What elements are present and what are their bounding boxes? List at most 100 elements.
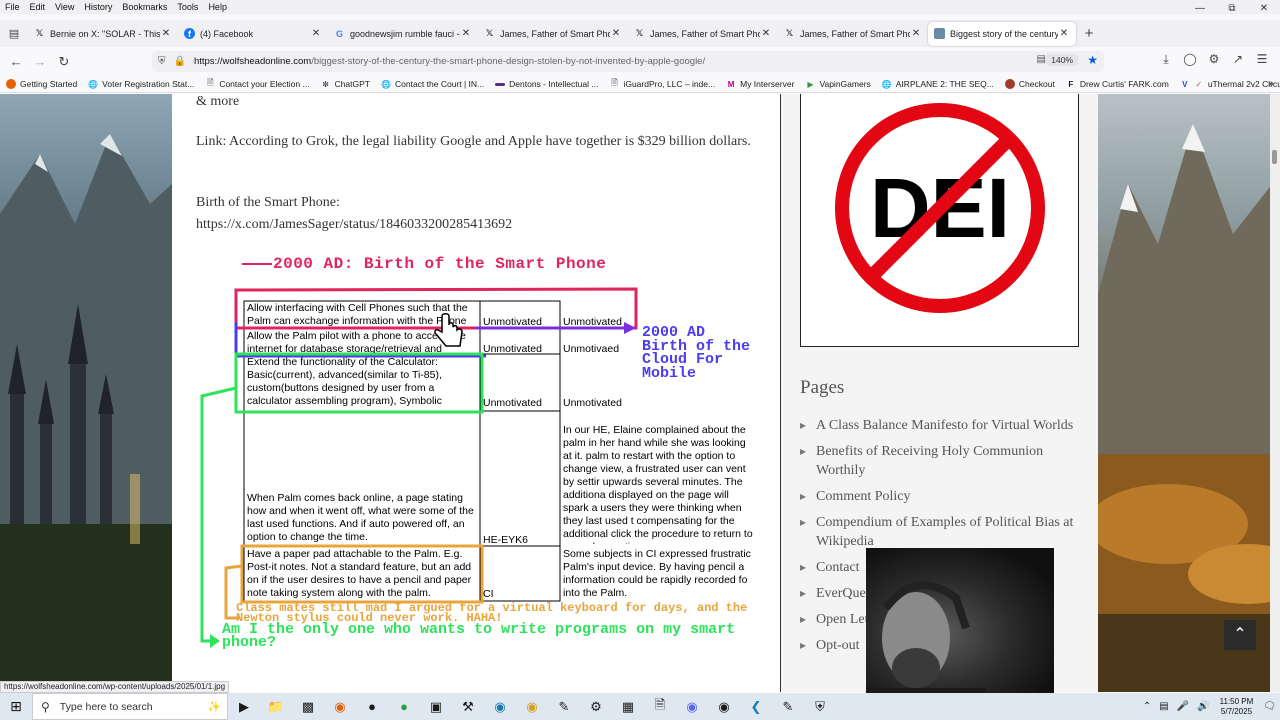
tab-biggest-story[interactable]: Biggest story of the century! Th ✕	[928, 21, 1076, 46]
tab-label: (4) Facebook	[200, 28, 254, 39]
bookmark-iguardpro[interactable]: 🗎 iGuardPro, LLC – inde...	[609, 78, 715, 89]
dentons-icon	[495, 82, 506, 86]
microphone-icon[interactable]: 🎤	[1173, 701, 1193, 712]
tray-overflow-icon[interactable]: ⌃	[1139, 701, 1155, 712]
chat-app-icon[interactable]: ●	[388, 699, 420, 714]
menu-bookmarks[interactable]: Bookmarks	[117, 0, 172, 14]
scrollbar-thumb[interactable]	[1272, 150, 1277, 164]
page-link-class-balance[interactable]: A Class Balance Manifesto for Virtual Wo…	[800, 416, 1082, 435]
tab-close-icon[interactable]: ✕	[160, 28, 172, 39]
tab-label: James, Father of Smart Phone, #	[650, 28, 760, 39]
reload-icon[interactable]: ↻	[52, 54, 76, 70]
minimize-button[interactable]: —	[1184, 0, 1216, 20]
tab-close-icon[interactable]: ✕	[310, 28, 322, 39]
paint-icon[interactable]: ✎	[548, 699, 580, 715]
tab-james-2[interactable]: 𝕏 James, Father of Smart Phone, # ✕	[628, 22, 778, 46]
page-link-comment-policy[interactable]: Comment Policy	[800, 487, 1082, 506]
bookmark-voter-registration[interactable]: 🌐 Voter Registration Stat...	[88, 79, 194, 89]
7zip-icon[interactable]: ▣	[420, 699, 452, 715]
maximize-button[interactable]: ⧉	[1216, 0, 1248, 20]
tab-close-icon[interactable]: ✕	[760, 28, 772, 39]
windows-start-icon[interactable]: ⊞	[0, 698, 32, 715]
obs-icon[interactable]: ●	[356, 699, 388, 714]
system-tray: ⌃ ▤ 🎤 🔊 11:50 PM 5/7/2025 🗨	[1139, 693, 1280, 720]
calculator-icon[interactable]: ▦	[612, 699, 644, 715]
taskbar-clock[interactable]: 11:50 PM 5/7/2025	[1214, 697, 1260, 717]
tab-close-icon[interactable]: ✕	[460, 28, 472, 39]
tools-icon[interactable]: ⚒	[452, 699, 484, 715]
reader-view-icon[interactable]: ▤	[1037, 54, 1046, 65]
menu-file[interactable]: File	[0, 0, 25, 14]
bookmark-election[interactable]: 🗎 Contact your Election ...	[205, 78, 309, 89]
page-link-political-bias[interactable]: Compendium of Examples of Political Bias…	[800, 513, 1082, 551]
tab-bernie[interactable]: 𝕏 Bernie on X: "SOLAR - This is Sp ✕	[28, 22, 178, 46]
media-player-icon[interactable]: ▶	[228, 699, 260, 715]
volume-icon[interactable]: 🔊	[1193, 701, 1213, 712]
page-link-holy-communion[interactable]: Benefits of Receiving Holy Communion Wor…	[800, 442, 1082, 480]
bookmarks-overflow-icon[interactable]: »	[1268, 76, 1274, 93]
file-explorer-icon[interactable]: 📁	[260, 699, 292, 715]
shield-icon[interactable]: ⛨	[158, 56, 166, 67]
steam-icon[interactable]: ◉	[708, 699, 740, 715]
share-icon[interactable]: ↗	[1226, 52, 1250, 67]
bookmark-star-icon[interactable]: ★	[1087, 53, 1098, 67]
edit-app-icon[interactable]: ✎	[772, 699, 804, 715]
taskbar-search[interactable]: ⚲ Type here to search ✨	[32, 693, 228, 720]
notifications-icon[interactable]: 🗨	[1259, 701, 1280, 712]
headset-icon[interactable]: ◉	[516, 699, 548, 715]
x-logo-icon: 𝕏	[485, 28, 494, 38]
lock-icon[interactable]: 🔒	[174, 56, 186, 67]
firefox-icon[interactable]: ◉	[324, 699, 356, 715]
forward-icon[interactable]: →	[28, 54, 52, 69]
network-app-icon[interactable]: ⚙	[580, 699, 612, 715]
bookmark-court[interactable]: 🌐 Contact the Court | IN...	[381, 79, 484, 89]
url-bar[interactable]: ⛨ 🔒 https://wolfsheadonline.com/biggest-…	[152, 51, 1104, 72]
close-window-button[interactable]: ✕	[1248, 0, 1280, 20]
extensions-icon[interactable]: ⚙	[1202, 52, 1226, 67]
tab-close-icon[interactable]: ✕	[910, 28, 922, 39]
vscode-icon[interactable]: ❮	[740, 699, 772, 715]
notepad-icon[interactable]: 🗎	[644, 696, 676, 718]
bookmark-uthermal[interactable]: V✓uThermal 2v2 Circuit - ...	[1180, 79, 1280, 89]
globe-app-icon[interactable]: ◉	[484, 699, 516, 715]
menu-history[interactable]: History	[79, 0, 117, 14]
row3-col3: Unmotivated	[563, 397, 622, 409]
tab-close-icon[interactable]: ✕	[610, 28, 622, 39]
row1-col2: Unmotivated	[483, 316, 542, 328]
bookmark-dentons[interactable]: Dentons - Intellectual ...	[495, 79, 598, 89]
terminal-icon[interactable]: ▩	[292, 699, 324, 715]
shield-app-icon[interactable]: ⛨	[804, 699, 836, 715]
menu-icon[interactable]: ☰	[1250, 52, 1274, 67]
bookmark-chatgpt[interactable]: ✼ ChatGPT	[321, 79, 370, 89]
page-scrollbar[interactable]	[1270, 94, 1280, 692]
menu-help[interactable]: Help	[203, 0, 232, 14]
tab-james-3[interactable]: 𝕏 James, Father of Smart Phone, # ✕	[778, 22, 928, 46]
menu-tools[interactable]: Tools	[172, 0, 203, 14]
bookmark-getting-started[interactable]: Getting Started	[6, 79, 77, 89]
menu-view[interactable]: View	[50, 0, 79, 14]
scroll-to-top-button[interactable]: ⌃	[1224, 620, 1256, 650]
tab-list-icon[interactable]: ▤	[0, 27, 28, 40]
discord-icon[interactable]: ◉	[676, 699, 708, 715]
back-icon[interactable]: ←	[4, 54, 28, 69]
download-icon[interactable]: ⤓	[1154, 52, 1178, 67]
birth-link[interactable]: https://x.com/JamesSager/status/18460332…	[196, 214, 512, 235]
bookmark-fark[interactable]: F Drew Curtis' FARK.com	[1066, 79, 1168, 89]
new-tab-button[interactable]: +	[1076, 25, 1102, 42]
bookmark-airplane[interactable]: 🌐 AIRPLANE 2: THE SEQ...	[882, 79, 994, 89]
tab-james-1[interactable]: 𝕏 James, Father of Smart Phone, # ✕	[478, 22, 628, 46]
zoom-level[interactable]: 140%	[1046, 54, 1078, 66]
tab-close-icon[interactable]: ✕	[1058, 28, 1070, 39]
tab-facebook[interactable]: f (4) Facebook ✕	[178, 22, 328, 46]
tab-google[interactable]: G goodnewsjim rumble fauci - Go ✕	[328, 22, 478, 46]
row2-col2: Unmotivated	[483, 343, 542, 355]
bookmark-interserver[interactable]: M My Interserver	[726, 79, 795, 89]
no-dei-widget[interactable]: DEI	[800, 94, 1079, 347]
row5-col3: Some subjects in CI expressed frustratic…	[563, 548, 751, 599]
menu-edit[interactable]: Edit	[25, 0, 51, 14]
account-icon[interactable]: ◯	[1178, 52, 1202, 67]
network-tray-icon[interactable]: ▤	[1155, 701, 1172, 712]
bookmark-checkout[interactable]: Checkout	[1004, 79, 1055, 89]
bookmark-vapingamers[interactable]: ▶ VapinGamers	[805, 79, 870, 89]
smart-phone-design-image[interactable]: 2000 AD: Birth of the Smart Phone Allow …	[196, 246, 760, 666]
